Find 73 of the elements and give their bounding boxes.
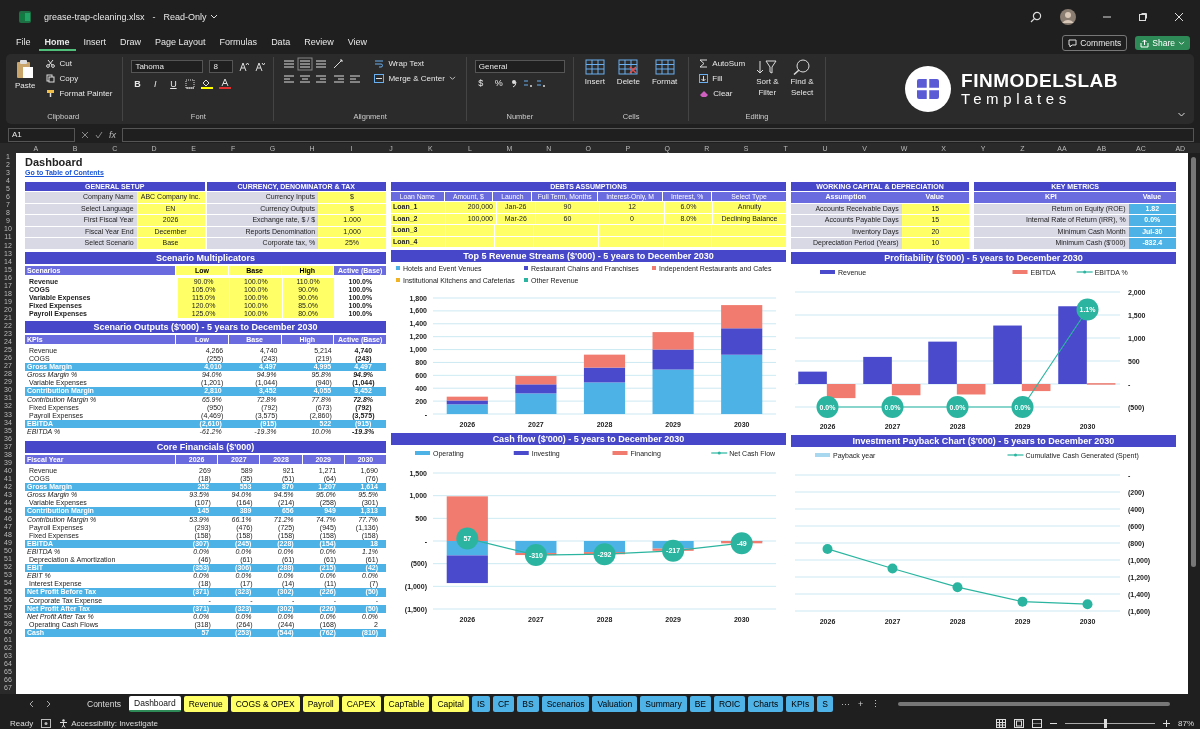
- paste-button[interactable]: Paste: [12, 57, 39, 92]
- more-sheets-button[interactable]: ···: [840, 699, 850, 709]
- bold-button[interactable]: B: [131, 78, 144, 89]
- sheet-tab[interactable]: ROIC: [714, 696, 746, 712]
- underline-button[interactable]: U: [167, 78, 180, 89]
- section-title: Scenario Outputs ($'000) - 5 years to December 2030: [25, 320, 386, 333]
- cells-button[interactable]: Format: [649, 57, 681, 88]
- read-only-dropdown[interactable]: Read-Only: [163, 12, 218, 22]
- section-title: Scenario Multiplicators: [25, 251, 386, 264]
- share-button[interactable]: Share: [1135, 36, 1190, 50]
- find-select-button[interactable]: Find & Select: [787, 57, 817, 99]
- menu-tab[interactable]: File: [10, 35, 37, 51]
- menu-tab[interactable]: Insert: [77, 35, 113, 51]
- sheet-tab[interactable]: Valuation: [592, 696, 638, 712]
- sheet-tab[interactable]: Payroll: [302, 696, 339, 712]
- sort-filter-button[interactable]: Sort & Filter: [753, 57, 782, 99]
- sheet-tab[interactable]: Scenarios: [541, 696, 590, 712]
- number-format-dropdown[interactable]: General: [474, 60, 565, 73]
- sheet-tab[interactable]: IS: [471, 696, 490, 712]
- italic-button[interactable]: I: [149, 78, 162, 89]
- menu-tab[interactable]: View: [341, 35, 373, 51]
- sheet-tab[interactable]: BS: [517, 696, 539, 712]
- chart-title: Profitability ($'000) - 5 years to December 2030: [791, 251, 1176, 264]
- fill-button[interactable]: Fill: [697, 72, 748, 85]
- sheet-tab[interactable]: CF: [492, 696, 515, 712]
- format-painter-button[interactable]: Format Painter: [44, 87, 115, 100]
- function-button[interactable]: fx: [109, 129, 116, 140]
- menu-tab[interactable]: Page Layout: [149, 35, 212, 51]
- currency-button[interactable]: $: [474, 78, 487, 88]
- sheet-tab[interactable]: Charts: [748, 696, 784, 712]
- menu-tab[interactable]: Draw: [114, 35, 148, 51]
- sheet-tab[interactable]: S: [817, 696, 833, 712]
- menu-tab[interactable]: Data: [265, 35, 297, 51]
- percent-button[interactable]: %: [492, 78, 505, 88]
- chart-title: Top 5 Revenue Streams ($'000) - 5 years to December 2030: [391, 250, 786, 262]
- title-separator: -: [152, 12, 156, 22]
- sheet-tab[interactable]: KPIs: [786, 696, 815, 712]
- chart-title: Cash flow ($'000) - 5 years to December 2030: [391, 433, 786, 445]
- sheet-tab[interactable]: COGS & OPEX: [230, 696, 300, 712]
- sheet-tab[interactable]: Summary: [640, 696, 687, 712]
- comments-button[interactable]: Comments: [1062, 35, 1128, 51]
- new-sheet-button[interactable]: +: [857, 699, 864, 709]
- autosum-button[interactable]: AutoSum: [697, 57, 748, 70]
- sheet-tab[interactable]: Revenue: [183, 696, 228, 712]
- brand-tagline: Templates: [961, 91, 1072, 107]
- menu-tab[interactable]: Formulas: [213, 35, 264, 51]
- font-family-dropdown[interactable]: Tahoma: [131, 60, 204, 73]
- font-size-dropdown[interactable]: 8: [209, 60, 234, 73]
- sheet-tab[interactable]: Dashboard: [129, 696, 181, 712]
- section-title: Core Financials ($'000): [25, 441, 386, 453]
- wrap-text-button[interactable]: Wrap Text: [372, 57, 458, 70]
- cells-button[interactable]: Insert: [581, 57, 608, 88]
- options-button[interactable]: ⋮: [871, 699, 881, 709]
- sheet-tab[interactable]: Contents: [82, 696, 127, 712]
- status-text: Ready: [10, 719, 34, 728]
- sheet-tab[interactable]: BE: [689, 696, 711, 712]
- zoom-percentage[interactable]: 87%: [1178, 719, 1194, 728]
- file-name: grease-trap-cleaning.xlsx: [44, 12, 145, 22]
- accessibility-status[interactable]: Accessibility: Investigate: [59, 719, 158, 728]
- cells-button[interactable]: Delete: [613, 57, 643, 88]
- name-box[interactable]: A1: [8, 127, 75, 142]
- merge-center-button[interactable]: Merge & Center: [372, 72, 458, 85]
- copy-button[interactable]: Copy: [44, 72, 115, 85]
- chart-title: Investment Payback Chart ($'000) - 5 years to December 2030: [791, 434, 1176, 447]
- dashboard-title: Dashboard: [25, 156, 84, 169]
- brand-name: FINMODELSLAB: [961, 71, 1118, 91]
- menu-tab[interactable]: Home: [38, 35, 76, 51]
- sheet-tab[interactable]: Capital: [432, 696, 469, 712]
- menu-tab[interactable]: Review: [298, 35, 340, 51]
- clear-button[interactable]: Clear: [697, 87, 748, 100]
- sheet-tab[interactable]: CAPEX: [341, 696, 381, 712]
- cut-button[interactable]: Cut: [44, 57, 115, 70]
- sheet-tab[interactable]: CapTable: [383, 696, 430, 712]
